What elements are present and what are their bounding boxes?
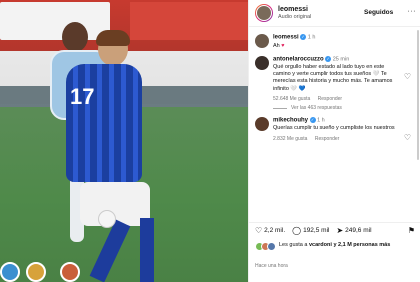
likes-count: 2,2 mil. xyxy=(264,227,286,234)
video-avatar-strip xyxy=(0,262,80,282)
heart-outline-icon[interactable]: ♡ xyxy=(404,72,411,81)
comments-count: 192,5 mil xyxy=(303,227,330,234)
comment-likes[interactable]: 2.832 Me gusta xyxy=(273,136,307,142)
bookmark-icon[interactable]: ⚑ xyxy=(408,226,415,235)
caption-text: Ah xyxy=(273,42,280,49)
comment-likes[interactable]: 52.648 Me gusta xyxy=(273,96,310,102)
view-replies-link[interactable]: Ver las 463 respuestas xyxy=(249,102,420,111)
more-options-icon[interactable]: ··· xyxy=(408,8,417,15)
post-timestamp: Hace una hora xyxy=(255,263,288,269)
avatar[interactable] xyxy=(255,34,269,48)
player-figure: 17 xyxy=(62,30,172,282)
reply-button[interactable]: Responder xyxy=(315,136,339,142)
scrollbar[interactable] xyxy=(417,30,419,160)
caption: leomessi ✓ 1 h Ah ♥ xyxy=(249,30,420,50)
verified-icon: ✓ xyxy=(300,34,307,40)
avatar[interactable] xyxy=(60,262,80,282)
post-side-panel: leomessi Audio original Seguidos ··· leo… xyxy=(248,0,420,282)
heart-outline-icon[interactable]: ♡ xyxy=(404,133,411,142)
comment-time: 1 h xyxy=(317,117,325,124)
reply-button[interactable]: Responder xyxy=(318,96,342,102)
video-player[interactable]: 17 xyxy=(0,0,248,282)
share-button[interactable]: ➤ 249,6 mil xyxy=(336,226,371,235)
post-actions-bar: ♡ 2,2 mil. ◯ 192,5 mil ➤ 249,6 mil ⚑ xyxy=(249,222,420,238)
following-button[interactable]: Seguidos xyxy=(364,9,393,16)
liker-avatars[interactable] xyxy=(255,242,276,251)
comment-username[interactable]: mikechouhy xyxy=(273,118,308,124)
divider xyxy=(273,107,287,109)
comment-text: Qué orgullo haber estado al lado tuyo en… xyxy=(273,64,393,92)
caption-time: 1 h xyxy=(307,34,316,41)
comment-button[interactable]: ◯ 192,5 mil xyxy=(292,226,329,235)
post-username[interactable]: leomessi xyxy=(278,6,311,13)
shares-count: 249,6 mil xyxy=(345,227,372,234)
liked-by: Les gusta a vcardoni y 2,1 M personas má… xyxy=(255,242,419,251)
verified-icon: ✓ xyxy=(325,55,332,62)
audio-label[interactable]: Audio original xyxy=(278,14,311,21)
avatar[interactable] xyxy=(255,117,269,132)
comment-text: Querías cumplir tu sueño y cumpliste los… xyxy=(273,125,395,132)
avatar[interactable] xyxy=(255,4,273,22)
avatar[interactable] xyxy=(0,262,20,282)
post-header: leomessi Audio original Seguidos ··· xyxy=(249,0,420,27)
avatar[interactable] xyxy=(26,262,46,282)
avatar[interactable] xyxy=(255,55,269,70)
instagram-post-view: 17 leomessi Audio original Seguidos ··· … xyxy=(0,0,420,282)
send-icon: ➤ xyxy=(336,226,344,235)
comment-username[interactable]: antonelaroccuzzo xyxy=(273,56,324,62)
liked-by-suffix[interactable]: y 2,1 M personas más xyxy=(333,242,390,248)
liked-by-user[interactable]: vcardoni xyxy=(309,242,332,248)
soccer-ball xyxy=(98,210,116,228)
caption-username[interactable]: leomessi xyxy=(273,34,299,40)
like-button[interactable]: ♡ 2,2 mil. xyxy=(255,226,285,235)
comments-list[interactable]: leomessi ✓ 1 h Ah ♥ antonelaroccuzzo ✓ 2… xyxy=(249,30,420,217)
comment-item: antonelaroccuzzo ✓ 25 min Qué orgullo ha… xyxy=(249,50,420,102)
liked-by-prefix: Les gusta a xyxy=(279,242,308,248)
comment-time: 25 min xyxy=(332,56,350,63)
heart-emoji-icon: ♥ xyxy=(281,42,285,49)
comment-item: mikechouhy ✓ 1 h Querías cumplir tu sueñ… xyxy=(249,111,420,142)
comment-bubble-icon: ◯ xyxy=(292,226,302,235)
verified-icon: ✓ xyxy=(309,117,316,124)
heart-outline-icon: ♡ xyxy=(255,226,263,235)
